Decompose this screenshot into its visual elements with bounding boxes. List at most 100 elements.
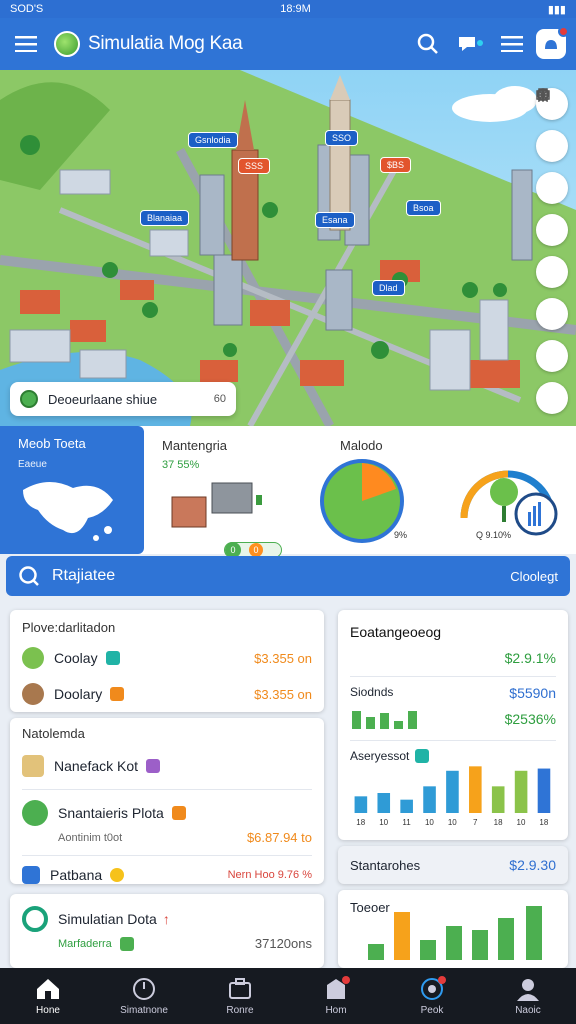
app-logo <box>54 31 80 57</box>
top-value: $2.9.1% <box>504 650 556 666</box>
nav-peak[interactable]: Peok <box>384 968 480 1024</box>
app-header: Simulatia Mog Kaa <box>0 18 576 70</box>
map-label[interactable]: Bsoa <box>406 200 441 216</box>
nav-town[interactable]: Hom <box>288 968 384 1024</box>
location-name: Deoeurlaane shiue <box>48 391 158 407</box>
notification-dot <box>342 976 350 984</box>
tag-icon <box>415 749 430 763</box>
location-icon[interactable] <box>536 88 568 246</box>
nature-card[interactable]: Natolemda Nanefack Kot Snantaieris Plota… <box>10 718 324 884</box>
logo-icon <box>22 906 48 932</box>
list-item[interactable]: Coolay $3.355 on <box>22 647 312 669</box>
item-label: Patbana <box>50 867 103 883</box>
chart-tick-label: 10 <box>448 818 457 827</box>
nav-home[interactable]: Hone <box>0 968 96 1024</box>
chart-title: Aseryessot <box>350 749 410 763</box>
modo-value: 9% <box>394 530 408 540</box>
management-stat[interactable]: Mantengria 37 55% 0 0 <box>162 426 312 558</box>
chart-bar <box>514 770 528 813</box>
map-label[interactable]: $BS <box>380 157 412 173</box>
item-label: Coolay <box>54 650 98 666</box>
list-item[interactable]: Snantaieris Plota <box>22 800 312 826</box>
notification-dot <box>558 26 569 37</box>
tower-card[interactable]: Toeoer <box>338 890 568 968</box>
chart-tick-label: 18 <box>356 818 365 827</box>
battery-icon: ▮▮▮ <box>547 3 566 16</box>
block-value: $6.87.94 to <box>246 830 312 845</box>
map-label[interactable]: Esana <box>315 212 355 228</box>
factory-icon <box>171 482 262 528</box>
list-menu-icon[interactable] <box>494 26 530 62</box>
tag-icon <box>105 651 120 665</box>
production-card[interactable]: Plove:darlitadon Coolay $3.355 on Doolar… <box>10 610 324 712</box>
chart-tick-label: 18 <box>494 818 503 827</box>
card-value: $2.9.30 <box>509 857 556 873</box>
item-label: Doolary <box>54 686 103 702</box>
bar-chart: 18 10 11 10 10 7 18 10 18 <box>354 766 551 827</box>
list-item[interactable]: Nanefack Kot <box>22 755 312 777</box>
nav-profile[interactable]: Naoic <box>480 968 576 1024</box>
close-icon[interactable] <box>536 89 568 414</box>
coin-icon <box>110 868 125 882</box>
status-bar: SOD'S 18:9M ▮▮▮ <box>0 0 576 18</box>
rotate-icon[interactable] <box>536 89 568 204</box>
hamburger-menu-icon[interactable] <box>8 26 44 62</box>
nav-label: Ronre <box>226 1004 254 1016</box>
clock: 18:9M <box>280 3 311 15</box>
region-card[interactable]: Meob Toeta Eaeue <box>0 426 144 554</box>
carrier-text: SOD'S <box>10 3 44 15</box>
location-avatar-icon <box>20 390 38 408</box>
mini-bar-chart <box>352 711 417 729</box>
map-label[interactable]: SSS <box>238 158 271 174</box>
section-search-bar[interactable]: Rtajiatee Cloolegt <box>6 556 570 596</box>
list-item[interactable]: Doolary $3.355 on <box>22 683 312 705</box>
management-label: Mantengria <box>162 438 228 453</box>
list-item[interactable]: Simulatian Dota ↑ <box>22 906 312 932</box>
tag-icon <box>146 759 161 773</box>
card-subtitle: Marfaderra <box>58 937 112 950</box>
search-icon[interactable] <box>18 565 40 587</box>
nav-resources[interactable]: Ronre <box>192 968 288 1024</box>
nav-simulation[interactable]: Simatnone <box>96 968 192 1024</box>
chart-bar <box>446 770 459 813</box>
chart-tick-label: 10 <box>379 818 388 827</box>
refresh-icon[interactable] <box>536 89 568 288</box>
chart-bar <box>400 799 413 813</box>
user-icon <box>517 978 539 1001</box>
modo-stat[interactable]: Malodo 9% <box>318 426 438 554</box>
simulation-data-card[interactable]: Simulatian Dota ↑ Marfaderra 37120ons <box>10 894 324 968</box>
map-label[interactable]: Blanaiaa <box>140 210 190 226</box>
item-value: Nern Hoo 9.76 % <box>227 869 312 881</box>
tag-icon <box>119 936 134 951</box>
layers-icon[interactable] <box>536 90 568 162</box>
city-map[interactable]: Gsnlodia SSO Blanaiaa SSS $BS Esana Bsoa… <box>0 70 576 426</box>
notification-button[interactable] <box>536 26 569 59</box>
bookmark-icon[interactable] <box>536 88 568 330</box>
tag-icon <box>171 806 186 820</box>
chart-tick-label: 11 <box>402 818 411 827</box>
sub-value: $2536% <box>504 711 556 727</box>
growth-gauge <box>460 470 558 536</box>
map-label[interactable]: Dlad <box>372 280 405 296</box>
statistics-card[interactable]: Stantarohes $2.9.30 <box>338 846 568 884</box>
card-value: 37120ons <box>254 936 312 951</box>
item-amount: $3.355 on <box>254 686 312 702</box>
chat-icon[interactable] <box>452 26 488 62</box>
map-label[interactable]: SSO <box>325 130 359 146</box>
arrow-icon: ↑ <box>162 911 170 927</box>
bell-icon <box>545 40 557 49</box>
chart-bar <box>537 768 551 813</box>
region-map-icon <box>23 481 113 541</box>
location-card[interactable]: Deoeurlaane shiue 60 <box>10 382 236 416</box>
growth-stat[interactable]: Q 9.10% <box>456 426 568 554</box>
search-icon[interactable] <box>410 26 446 62</box>
collect-link[interactable]: Cloolegt <box>510 569 558 584</box>
tower-bar-chart <box>368 906 542 960</box>
chart-bar <box>423 786 436 813</box>
card-label: Stantarohes <box>350 857 421 873</box>
expand-icon[interactable] <box>536 89 568 372</box>
economy-card[interactable]: Eoatangeoeog $2.9.1% Siodnds $5590n $253… <box>338 610 568 840</box>
list-item[interactable]: Patbana Nern Hoo 9.76 % <box>22 866 312 884</box>
item-label: Nanefack Kot <box>54 758 139 774</box>
map-label[interactable]: Gsnlodia <box>188 132 238 148</box>
